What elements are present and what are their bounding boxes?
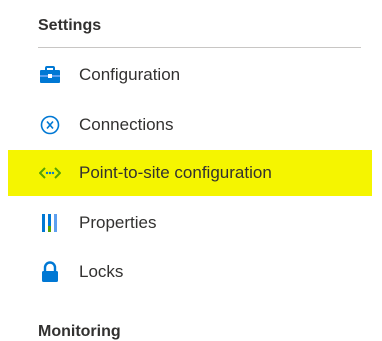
settings-panel: Settings Configuration Connections Point… bbox=[0, 0, 382, 341]
settings-section-header: Settings bbox=[38, 17, 102, 34]
nav-item-label: Properties bbox=[79, 213, 157, 232]
nav-item-label: Connections bbox=[79, 115, 174, 134]
nav-item-label: Point-to-site configuration bbox=[79, 163, 272, 182]
monitoring-section-header: Monitoring bbox=[38, 323, 121, 340]
configuration-toolbox-icon bbox=[39, 64, 61, 86]
point-to-site-icon bbox=[39, 162, 61, 184]
nav-item-connections[interactable]: Connections bbox=[0, 108, 382, 142]
nav-item-configuration[interactable]: Configuration bbox=[0, 58, 382, 92]
section-divider bbox=[38, 47, 361, 48]
nav-item-properties[interactable]: Properties bbox=[0, 206, 382, 240]
nav-item-locks[interactable]: Locks bbox=[0, 255, 382, 289]
nav-item-label: Configuration bbox=[79, 65, 181, 84]
nav-item-label: Locks bbox=[79, 262, 124, 281]
connections-icon bbox=[39, 114, 61, 136]
nav-item-point-to-site-configuration[interactable]: Point-to-site configuration bbox=[0, 156, 382, 190]
lock-icon bbox=[39, 261, 61, 283]
properties-bars-icon bbox=[39, 212, 61, 234]
